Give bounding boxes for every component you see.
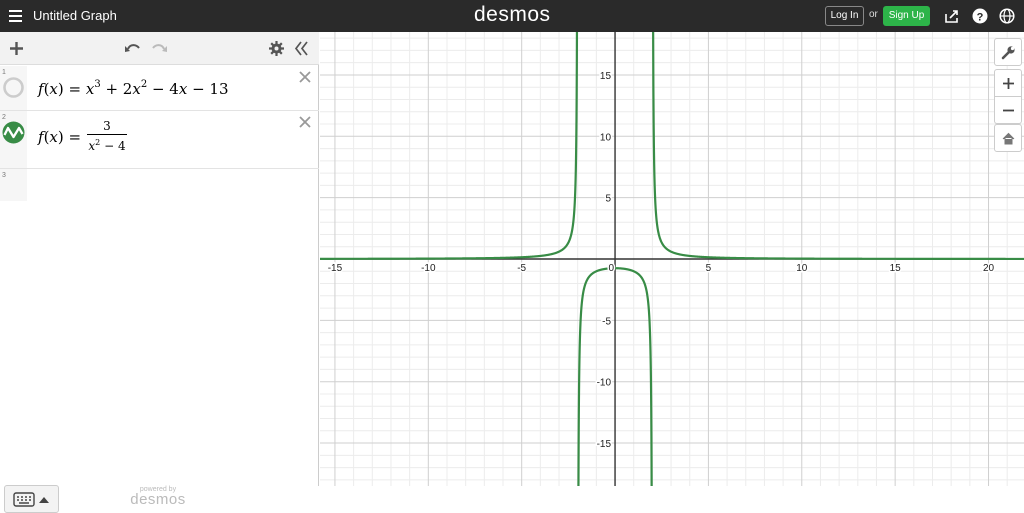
keyboard-toggle[interactable]: [4, 485, 59, 513]
expression-row-empty[interactable]: 3: [0, 169, 319, 201]
y-tick-label: 15: [600, 71, 612, 82]
graph-svg[interactable]: -15 -10 -5 0 5 10 15 20 -15 -10 -5 5 10 15: [320, 32, 1024, 486]
home-button[interactable]: [994, 124, 1022, 152]
y-tick-label: 10: [600, 132, 612, 143]
y-tick-label: 5: [605, 194, 611, 205]
collapse-icon[interactable]: [293, 40, 310, 57]
fraction[interactable]: 3 x2 − 4: [87, 120, 127, 153]
expression-panel: 1 f(x) = x3 + 2x2 − 4x − 13 2 f(x) = 3 x…: [0, 32, 319, 513]
x-tick-label: 20: [983, 263, 995, 274]
x-tick-label: 15: [890, 263, 902, 274]
add-icon[interactable]: [8, 40, 25, 57]
expression-index: 1: [2, 69, 6, 76]
function-curve: [320, 32, 579, 260]
login-button[interactable]: Log In: [825, 6, 864, 26]
expression-math[interactable]: f(x) = x3 + 2x2 − 4x − 13: [38, 79, 229, 98]
zoom-in-icon: [1003, 78, 1014, 89]
expression-row[interactable]: 1 f(x) = x3 + 2x2 − 4x − 13: [0, 66, 319, 111]
powered-by-text: powered by: [139, 486, 177, 493]
x-tick-label: -15: [328, 263, 343, 274]
svg-text:?: ?: [977, 12, 984, 24]
y-tick-label: -15: [597, 439, 612, 450]
denominator: x2 − 4: [88, 138, 126, 153]
graph-paper[interactable]: -15 -10 -5 0 5 10 15 20 -15 -10 -5 5 10 15: [320, 32, 1024, 486]
top-bar: Untitled Graph desmos Log In or Sign Up …: [0, 0, 1024, 32]
graph-settings-button[interactable]: [994, 38, 1022, 66]
desmos-logo: desmos: [474, 3, 551, 26]
globe-icon[interactable]: [999, 8, 1015, 24]
y-tick-label: -5: [602, 316, 611, 327]
y-tick-label: -10: [597, 378, 612, 389]
x-tick-label: 5: [706, 263, 712, 274]
expression-index: 2: [2, 114, 6, 121]
graph-title[interactable]: Untitled Graph: [33, 8, 117, 23]
settings-icon[interactable]: [268, 40, 285, 57]
color-toggle-icon[interactable]: [3, 77, 24, 98]
x-tick-label: 0: [608, 263, 614, 274]
expression-math[interactable]: f(x) =: [38, 128, 81, 146]
delete-expression-icon[interactable]: [298, 70, 312, 84]
powered-by: powered by desmos: [128, 486, 188, 507]
menu-icon[interactable]: [9, 10, 22, 22]
zoom-out-button[interactable]: [994, 96, 1022, 124]
powered-by-logo: desmos: [130, 491, 186, 508]
zoom-in-button[interactable]: [994, 69, 1022, 97]
caret-up-icon: [39, 497, 49, 503]
expression-index: 3: [2, 172, 6, 179]
x-tick-label: -10: [421, 263, 436, 274]
expression-toolbar: [0, 32, 319, 65]
x-tick-label: 10: [796, 263, 808, 274]
undo-icon[interactable]: [124, 40, 141, 57]
delete-expression-icon[interactable]: [298, 115, 312, 129]
redo-icon[interactable]: [151, 40, 168, 57]
graph-color-icon[interactable]: [2, 121, 25, 144]
zoom-out-icon: [1003, 109, 1014, 112]
or-text: or: [869, 9, 878, 20]
help-icon[interactable]: ?: [972, 8, 988, 24]
numerator: 3: [103, 119, 111, 133]
home-icon: [1002, 132, 1015, 145]
share-icon[interactable]: [944, 8, 960, 24]
wrench-icon: [1001, 46, 1015, 60]
signup-button[interactable]: Sign Up: [883, 6, 930, 26]
keyboard-icon: [13, 492, 35, 507]
x-tick-label: -5: [517, 263, 526, 274]
expression-row[interactable]: 2 f(x) = 3 x2 − 4: [0, 111, 319, 169]
